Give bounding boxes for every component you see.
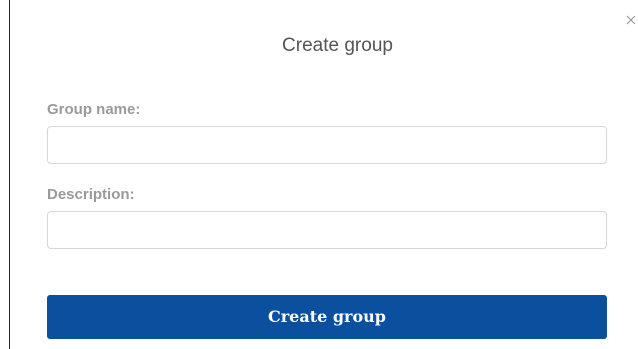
close-icon-glyph bbox=[626, 15, 636, 25]
description-input[interactable] bbox=[47, 211, 607, 249]
close-icon[interactable] bbox=[625, 14, 637, 26]
create-group-dialog: Create group Group name: Description: Cr… bbox=[0, 0, 638, 349]
group-name-label: Group name: bbox=[47, 101, 141, 118]
group-name-input[interactable] bbox=[47, 126, 607, 164]
description-label: Description: bbox=[47, 186, 135, 203]
dialog-title: Create group bbox=[282, 35, 393, 56]
create-group-button[interactable]: Create group bbox=[47, 295, 607, 339]
